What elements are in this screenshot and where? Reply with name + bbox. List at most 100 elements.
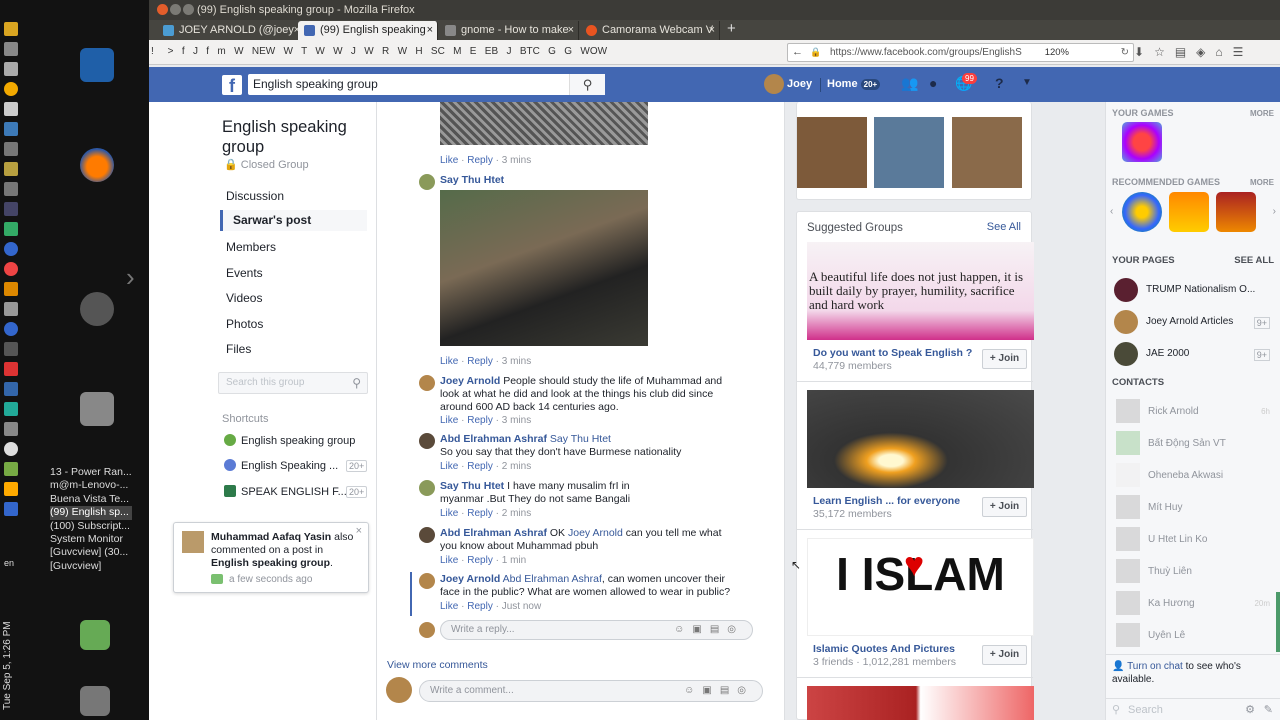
view-more-comments-link[interactable]: View more comments xyxy=(387,659,488,671)
page-avatar[interactable] xyxy=(1114,342,1138,366)
candy-crush-icon[interactable] xyxy=(1122,122,1162,162)
commenter-avatar[interactable] xyxy=(419,433,435,449)
user-avatar[interactable] xyxy=(764,74,784,94)
app-icon[interactable] xyxy=(4,162,18,176)
contact-avatar[interactable] xyxy=(1116,463,1140,487)
app-icon[interactable] xyxy=(4,122,18,136)
bingo-game-icon[interactable] xyxy=(1169,192,1209,232)
window-item[interactable]: [Guvcview] xyxy=(50,560,132,573)
app-icon[interactable] xyxy=(4,502,18,516)
app-icon[interactable] xyxy=(4,42,18,56)
writer-icon[interactable] xyxy=(80,48,114,82)
home-link[interactable]: Home 20+ xyxy=(827,78,881,90)
games-more-link[interactable]: MORE xyxy=(1250,109,1274,118)
friend-requests-icon[interactable]: 👥 xyxy=(901,75,918,92)
emoji-camera-gif-sticker-icons[interactable]: ☺▣▤◎ xyxy=(684,681,754,701)
compose-icon[interactable]: ✎ xyxy=(1264,699,1273,720)
comment-photo[interactable] xyxy=(440,190,648,346)
like-link[interactable]: Like xyxy=(440,555,458,566)
comment-time[interactable]: 2 mins xyxy=(502,508,531,519)
comment-input[interactable]: Write a comment... ☺▣▤◎ xyxy=(419,680,763,702)
comment-time[interactable]: Just now xyxy=(502,601,541,612)
comment-time[interactable]: 2 mins xyxy=(502,461,531,472)
menu-icon[interactable]: ☰ xyxy=(1233,45,1254,59)
facebook-search-input[interactable]: English speaking group ⚲ xyxy=(248,74,605,95)
download-icon[interactable]: ⬇ xyxy=(1134,45,1154,59)
reply-input[interactable]: Write a reply... ☺▣▤◎ xyxy=(440,620,753,640)
group-name-link[interactable]: Do you want to Speak English ? xyxy=(813,347,972,359)
window-item[interactable]: (100) Subscript... xyxy=(50,520,132,533)
app-icon[interactable] xyxy=(4,322,18,336)
app-icon[interactable] xyxy=(4,222,18,236)
reply-link[interactable]: Reply xyxy=(467,356,493,367)
app-icon[interactable] xyxy=(4,242,18,256)
nav-members[interactable]: Members xyxy=(226,240,276,254)
comment-photo[interactable] xyxy=(440,102,648,145)
close-window-button[interactable] xyxy=(157,4,168,15)
commenter-name[interactable]: Joey Arnold xyxy=(440,375,500,387)
page-name[interactable]: JAE 2000 xyxy=(1146,348,1189,359)
window-item[interactable]: Buena Vista Te... xyxy=(50,493,132,506)
group-cover-image[interactable]: I ISLAM ♥ xyxy=(807,538,1034,636)
nav-sarwars-post[interactable]: Sarwar's post xyxy=(220,210,367,231)
tab[interactable]: gnome - How to make × xyxy=(439,21,579,40)
close-icon[interactable]: × xyxy=(356,525,362,537)
like-link[interactable]: Like xyxy=(440,356,458,367)
app-icon[interactable] xyxy=(4,282,18,296)
app-icon[interactable] xyxy=(4,442,18,456)
bookmark-star-icon[interactable]: ☆ xyxy=(1154,45,1175,59)
app-icon[interactable] xyxy=(4,422,18,436)
pages-see-all-link[interactable]: SEE ALL xyxy=(1234,255,1274,266)
group-search-input[interactable]: Search this group ⚲ xyxy=(218,372,368,394)
contact-name[interactable]: Bất Động Sản VT xyxy=(1148,438,1226,449)
firefox-icon[interactable] xyxy=(80,148,114,182)
page-avatar[interactable] xyxy=(1114,278,1138,302)
app-icon[interactable] xyxy=(4,382,18,396)
commenter-name[interactable]: Say Thu Htet xyxy=(440,174,504,186)
chat-search-input[interactable]: ⚲ Search ⚙ ✎ xyxy=(1106,698,1280,720)
help-icon[interactable]: ? xyxy=(995,75,1004,91)
reply-link[interactable]: Reply xyxy=(467,461,493,472)
files-icon[interactable] xyxy=(80,392,114,426)
gear-icon[interactable]: ⚙ xyxy=(1245,699,1255,720)
contact-avatar[interactable] xyxy=(1116,431,1140,455)
reply-link[interactable]: Reply xyxy=(467,508,493,519)
back-icon[interactable]: ← xyxy=(792,44,803,61)
app-icon[interactable] xyxy=(4,102,18,116)
contact-avatar[interactable] xyxy=(1116,399,1140,423)
recommended-more-link[interactable]: MORE xyxy=(1250,178,1274,187)
contact-avatar[interactable] xyxy=(1116,559,1140,583)
contact-name[interactable]: Thuỳ Liên xyxy=(1148,566,1192,577)
search-icon[interactable]: ⚲ xyxy=(569,74,605,95)
keyboard-layout[interactable]: en xyxy=(4,558,14,568)
scrollbar-thumb[interactable] xyxy=(1276,592,1280,652)
tagged-user[interactable]: Say Thu Htet xyxy=(550,433,611,445)
comment-time[interactable]: 1 min xyxy=(502,555,526,566)
commenter-avatar[interactable] xyxy=(419,375,435,391)
new-tab-button[interactable]: + xyxy=(727,20,736,37)
url-text[interactable]: https://www.facebook.com/groups/EnglishS xyxy=(830,47,1022,58)
chevron-right-icon[interactable]: › xyxy=(126,262,135,293)
comment-time[interactable]: 3 mins xyxy=(502,356,531,367)
nav-events[interactable]: Events xyxy=(226,266,263,280)
group-name-link[interactable]: Islamic Quotes And Pictures xyxy=(813,643,955,655)
tagged-user[interactable]: Joey Arnold xyxy=(568,527,623,539)
nav-photos[interactable]: Photos xyxy=(226,317,263,331)
photo-thumbnail[interactable] xyxy=(797,117,867,188)
tagged-user[interactable]: Abd Elrahman Ashraf xyxy=(503,573,602,585)
tab[interactable]: Camorama Webcam V × xyxy=(580,21,720,40)
ubuntu-icon[interactable] xyxy=(80,292,114,326)
app-icon[interactable] xyxy=(4,142,18,156)
app-icon[interactable] xyxy=(4,22,18,36)
contact-name[interactable]: Mít Huy xyxy=(1148,502,1182,513)
tab[interactable]: JOEY ARNOLD (@joey × xyxy=(157,21,305,40)
zoom-level[interactable]: 120% xyxy=(1045,44,1069,61)
turn-on-chat-link[interactable]: Turn on chat xyxy=(1127,661,1183,672)
photo-thumbnail[interactable] xyxy=(952,117,1022,188)
commenter-avatar[interactable] xyxy=(419,480,435,496)
game-icon[interactable] xyxy=(1122,192,1162,232)
contact-avatar[interactable] xyxy=(1116,495,1140,519)
commenter-name[interactable]: Joey Arnold xyxy=(440,573,500,585)
contact-name[interactable]: Ka Hương xyxy=(1148,598,1195,609)
commenter-avatar[interactable] xyxy=(419,527,435,543)
